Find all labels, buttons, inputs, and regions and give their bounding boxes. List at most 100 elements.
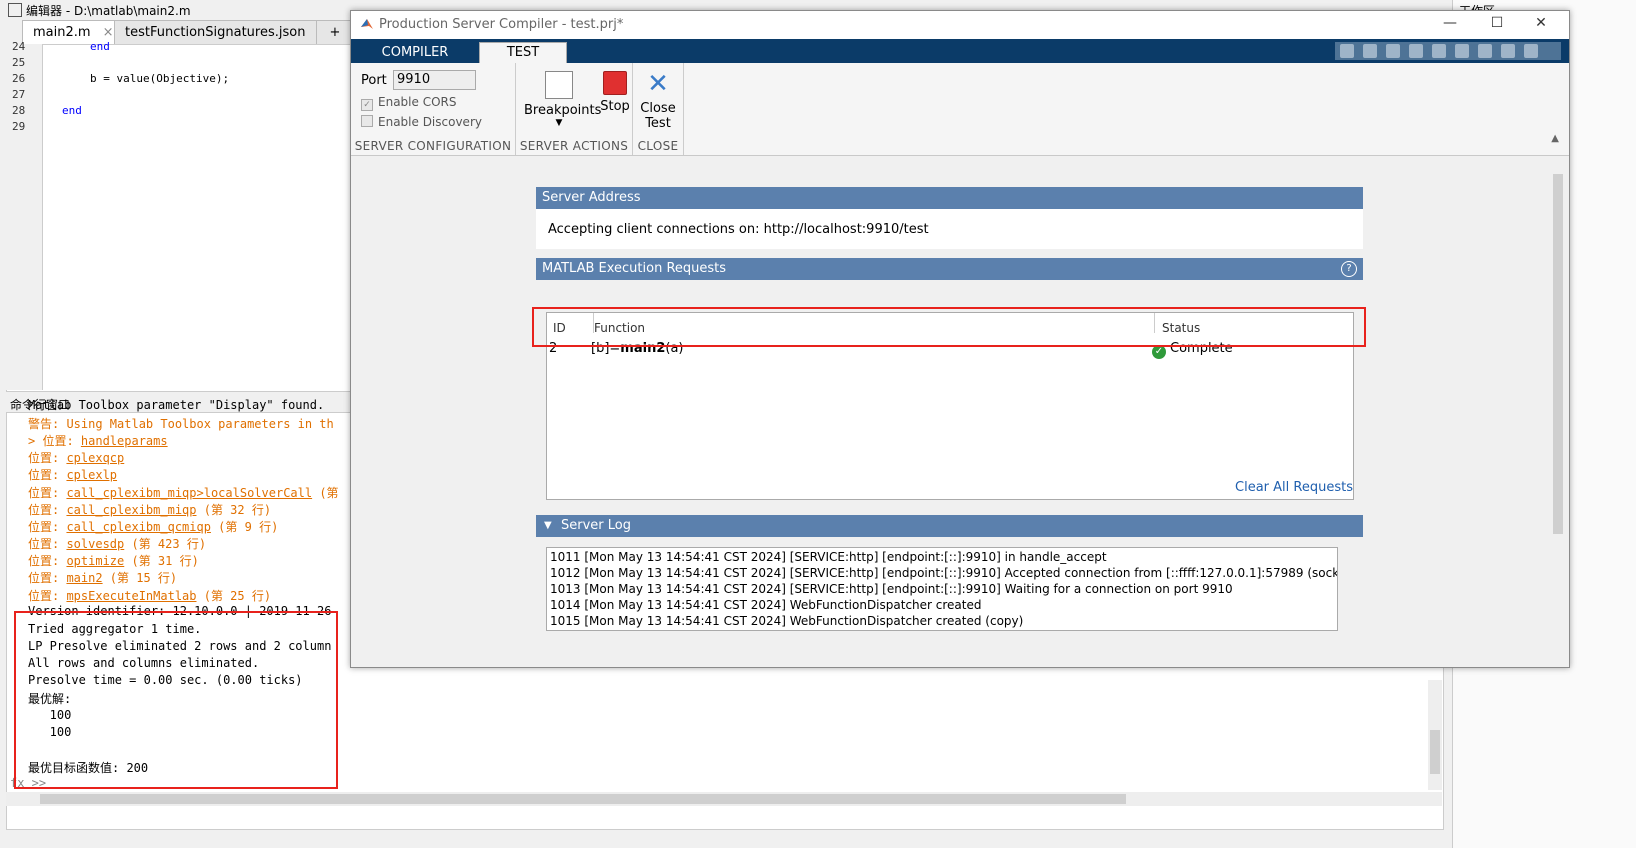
location-link[interactable]: handleparams (81, 434, 168, 448)
button-label: Stop (600, 99, 630, 114)
close-test-button[interactable]: ✕ Close Test (637, 71, 679, 131)
dialog-title-bar: Production Server Compiler - test.prj* —… (351, 11, 1569, 39)
minimize-button[interactable]: — (1435, 15, 1465, 31)
save-icon[interactable] (1340, 44, 1354, 58)
stop-button[interactable]: Stop (600, 71, 630, 114)
checkbox-checked-icon: ✓ (361, 99, 373, 111)
location-prefix: 位置: (28, 589, 67, 603)
location-link[interactable]: solvesdp (66, 537, 124, 551)
location-suffix: (第 31 行) (124, 554, 199, 568)
section-label: SERVER ACTIONS (519, 139, 629, 153)
panel-title: MATLAB Execution Requests (542, 261, 727, 276)
ribbon-tab-bar: COMPILER TEST (351, 39, 1569, 64)
line-number: 29 (12, 120, 26, 133)
location-line: 位置: solvesdp (第 423 行) (28, 535, 206, 552)
checkbox-icon (361, 115, 373, 127)
tab-testfunctionsignatures[interactable]: testFunctionSignatures.json× (114, 20, 328, 45)
check-circle-icon: ✓ (1152, 345, 1166, 359)
location-link[interactable]: optimize (66, 554, 124, 568)
server-log-text[interactable]: 1011 [Mon May 13 14:54:41 CST 2024] [SER… (546, 547, 1338, 631)
close-window-button[interactable]: ✕ (1526, 15, 1556, 31)
editor-title: 编辑器 - D:\matlab\main2.m (8, 2, 191, 19)
location-prefix: 位置: (28, 503, 67, 517)
matlab-logo-icon (361, 19, 373, 29)
dialog-vertical-scrollbar[interactable] (1549, 156, 1567, 636)
undo-icon[interactable] (1432, 44, 1446, 58)
port-input[interactable]: 9910 (393, 70, 476, 90)
location-line: 位置: call_cplexibm_miqp (第 32 行) (28, 501, 271, 518)
location-prefix: 位置: (28, 571, 67, 585)
location-suffix: (第 15 行) (102, 571, 178, 585)
breakpoints-button[interactable]: Breakpoints ▼ (524, 71, 601, 128)
close-tab-icon[interactable]: × (103, 25, 114, 40)
location-line: 位置: cplexqcp (28, 449, 124, 466)
ribbon-toolstrip: Port 9910 ✓ Enable CORS Enable Discovery … (351, 63, 1569, 156)
location-line: 位置: cplexlp (28, 466, 117, 483)
scrollbar-thumb[interactable] (40, 794, 1126, 804)
location-prefix: 位置: (28, 537, 67, 551)
location-prefix: 位置: (28, 486, 67, 500)
location-prefix: 位置: (28, 468, 67, 482)
location-line: 位置: mpsExecuteInMatlab (第 25 行) (28, 587, 271, 604)
collapse-ribbon-icon[interactable]: ▲ (1551, 133, 1559, 144)
plus-icon: + (329, 25, 341, 40)
layout-icon[interactable] (1478, 44, 1492, 58)
location-prefix: 位置: (28, 520, 67, 534)
warning-line: 警告: Using Matlab Toolbox parameters in t… (28, 417, 334, 431)
location-link[interactable]: cplexlp (66, 468, 117, 482)
tab-test[interactable]: TEST (479, 42, 567, 64)
highlight-box (14, 611, 338, 789)
tab-compiler[interactable]: COMPILER (363, 43, 467, 63)
dialog-title: Production Server Compiler - test.prj* (379, 17, 624, 32)
test-panel-body: Server Address Accepting client connecti… (351, 156, 1569, 667)
scrollbar-thumb[interactable] (1553, 174, 1563, 534)
new-tab-button[interactable]: + (316, 20, 354, 45)
help-icon[interactable] (1501, 44, 1515, 58)
maximize-button[interactable]: ☐ (1482, 15, 1512, 31)
enable-cors-checkbox[interactable]: ✓ Enable CORS (361, 95, 456, 111)
quick-access-toolbar (1335, 42, 1561, 60)
button-label: Test (645, 116, 671, 131)
location-prefix: > 位置: (28, 434, 81, 448)
location-link[interactable]: call_cplexibm_miqp (66, 503, 196, 517)
line-number: 26 (12, 72, 26, 85)
line-number: 27 (12, 88, 26, 101)
dropdown-icon[interactable] (1524, 44, 1538, 58)
button-label: Close (640, 101, 676, 116)
log-line: 1012 [Mon May 13 14:54:41 CST 2024] [SER… (550, 566, 1338, 580)
close-icon: ✕ (647, 69, 669, 99)
paste-icon[interactable] (1409, 44, 1423, 58)
server-configuration-section: Port 9910 ✓ Enable CORS Enable Discovery … (351, 63, 516, 155)
location-line: > 位置: handleparams (28, 432, 168, 449)
vertical-scrollbar[interactable] (1428, 680, 1442, 790)
clear-all-requests-link[interactable]: Clear All Requests (1235, 480, 1353, 495)
location-suffix: (第 25 行) (196, 589, 272, 603)
log-line: 1015 [Mon May 13 14:54:41 CST 2024] WebF… (550, 614, 1024, 628)
chevron-down-icon: ▼ (555, 118, 563, 128)
location-link[interactable]: call_cplexibm_qcmiqp (66, 520, 211, 534)
code-editor[interactable] (6, 44, 368, 392)
server-log-panel: 1011 [Mon May 13 14:54:41 CST 2024] [SER… (536, 537, 1363, 641)
server-log-header[interactable]: ▼ Server Log (536, 515, 1363, 537)
location-link[interactable]: mpsExecuteInMatlab (66, 589, 196, 603)
redo-icon[interactable] (1455, 44, 1469, 58)
cut-icon[interactable] (1363, 44, 1377, 58)
panel-title: Server Log (561, 518, 631, 533)
location-suffix: (第 9 行) (210, 520, 279, 534)
copy-icon[interactable] (1386, 44, 1400, 58)
scrollbar-thumb[interactable] (1430, 730, 1440, 774)
log-line: 1011 [Mon May 13 14:54:41 CST 2024] [SER… (550, 550, 1107, 564)
enable-discovery-checkbox[interactable]: Enable Discovery (361, 115, 482, 129)
horizontal-scrollbar[interactable] (6, 792, 1442, 806)
line-number: 25 (12, 56, 26, 69)
location-link[interactable]: cplexqcp (66, 451, 124, 465)
location-line: 位置: call_cplexibm_qcmiqp (第 9 行) (28, 518, 278, 535)
location-link[interactable]: main2 (66, 571, 102, 585)
location-link[interactable]: call_cplexibm_miqp>localSolverCall (66, 486, 312, 500)
stop-icon (603, 71, 627, 95)
log-line: 1014 [Mon May 13 14:54:41 CST 2024] WebF… (550, 598, 982, 612)
editor-title-text: 编辑器 - D:\matlab\main2.m (26, 4, 191, 18)
checkbox-label: Enable CORS (378, 95, 457, 109)
help-icon[interactable]: ? (1341, 261, 1357, 277)
line-number: 24 (12, 40, 26, 53)
